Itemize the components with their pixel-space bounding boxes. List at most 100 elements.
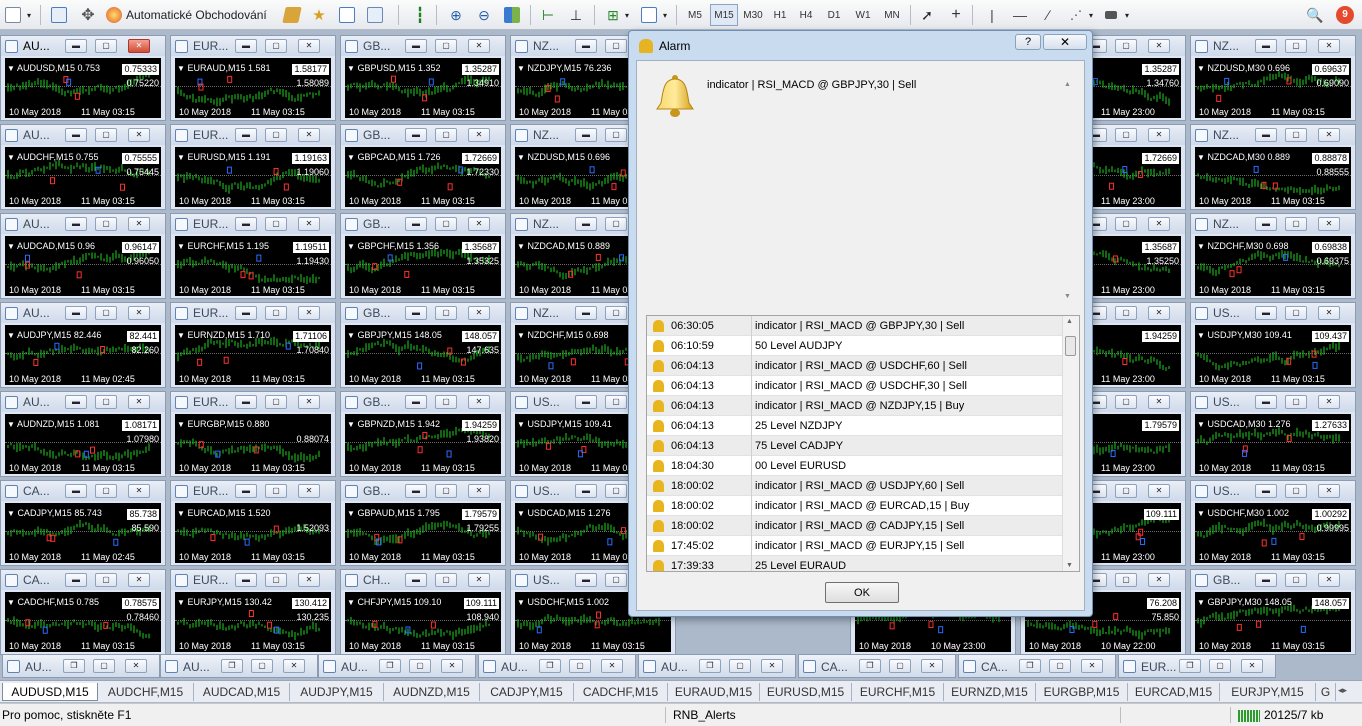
close-button[interactable]: ✕ <box>1318 128 1340 142</box>
minimize-button[interactable]: ▬ <box>575 573 597 587</box>
close-button[interactable]: ✕ <box>1081 659 1103 673</box>
chart-tab[interactable]: AUDJPY,M15 <box>290 683 384 701</box>
close-button[interactable]: ✕ <box>128 573 150 587</box>
alarm-row[interactable]: 18:00:02 indicator | RSI_MACD @ USDJPY,60… <box>647 476 1063 496</box>
scroll-up-arrow-icon[interactable]: ▲ <box>1064 81 1076 88</box>
close-button[interactable]: ✕ <box>128 128 150 142</box>
timeframe-m30[interactable]: M30 <box>740 4 766 26</box>
minimize-button[interactable]: ▬ <box>575 39 597 53</box>
strategy-tester-icon[interactable] <box>365 4 385 26</box>
chart-window[interactable]: GB... ▬ ▢ ✕ ▼ GBPJPY,M30 148.05 148.057 10 May… <box>1190 569 1356 655</box>
maximize-button[interactable]: ▢ <box>1115 306 1137 320</box>
maximize-button[interactable]: ▢ <box>1115 395 1137 409</box>
alarm-row[interactable]: 06:10:59 50 Level AUDJPY <box>647 336 1063 356</box>
close-button[interactable]: ✕ <box>1318 217 1340 231</box>
minimize-button[interactable]: ▬ <box>65 39 87 53</box>
chevron-down-icon[interactable]: ▾ <box>24 4 34 26</box>
minimize-button[interactable]: ▬ <box>575 395 597 409</box>
ok-button[interactable]: OK <box>825 582 899 603</box>
minimize-button[interactable]: ▬ <box>405 39 427 53</box>
chart-canvas[interactable]: ▼ AUDJPY,M15 82.446 82.441 82.260 10 May 20… <box>5 325 161 385</box>
maximize-button[interactable]: ▢ <box>435 217 457 231</box>
restore-button[interactable]: ❐ <box>539 659 561 673</box>
chart-canvas[interactable]: ▼ NZDCHF,M30 0.698 0.69838 0.69375 10 May 2… <box>1195 236 1351 296</box>
close-button[interactable]: ✕ <box>468 39 490 53</box>
chart-canvas[interactable]: ▼ GBPJPY,M30 148.05 148.057 10 May 2018 11 … <box>1195 592 1351 652</box>
chart-canvas[interactable]: ▼ GBPNZD,M15 1.942 1.94259 1.93820 10 May 2… <box>345 414 501 474</box>
minimize-button[interactable]: ▬ <box>405 306 427 320</box>
chart-tab[interactable]: EURCAD,M15 <box>1128 683 1220 701</box>
close-button[interactable]: ✕ <box>1148 217 1170 231</box>
close-button[interactable]: ✕ <box>298 484 320 498</box>
close-button[interactable]: ✕ <box>468 395 490 409</box>
maximize-button[interactable]: ▢ <box>95 39 117 53</box>
tile-windows-icon[interactable] <box>502 4 522 26</box>
chart-tab[interactable]: EURJPY,M15 <box>1220 683 1316 701</box>
chart-canvas[interactable]: ▼ GBPUSD,M15 1.352 1.35287 1.34910 10 May 2… <box>345 58 501 118</box>
minimize-button[interactable]: ▬ <box>1255 39 1277 53</box>
cursor-icon[interactable]: ➚ <box>918 4 936 26</box>
crosshair-icon[interactable]: + <box>946 4 966 26</box>
maximize-button[interactable]: ▢ <box>265 484 287 498</box>
chart-tab[interactable]: CADJPY,M15 <box>480 683 574 701</box>
minimized-chart-window[interactable]: EUR... ❐ ▢ ✕ <box>1118 654 1276 678</box>
chart-window[interactable]: EUR... ▬ ▢ ✕ ▼ EURAUD,M15 1.581 1.58177 1.5808… <box>170 35 336 121</box>
trendline-icon[interactable]: ∕ <box>1038 4 1058 26</box>
chart-tab[interactable]: AUDCHF,M15 <box>98 683 194 701</box>
minimize-button[interactable]: ▬ <box>405 395 427 409</box>
chart-window[interactable]: GB... ▬ ▢ ✕ ▼ GBPNZD,M15 1.942 1.94259 1.93820… <box>340 391 506 477</box>
chart-window[interactable]: AU... ▬ ▢ ✕ ▼ AUDCHF,M15 0.755 0.75555 0.75445… <box>0 124 166 210</box>
chart-window[interactable]: NZ... ▬ ▢ ✕ ▼ NZDCAD,M30 0.889 0.88878 0.88555… <box>1190 124 1356 210</box>
maximize-button[interactable]: ▢ <box>605 306 627 320</box>
maximize-button[interactable]: ▢ <box>435 306 457 320</box>
minimized-chart-window[interactable]: AU... ❐ ▢ ✕ <box>160 654 318 678</box>
chart-window[interactable]: AU... ▬ ▢ ✕ ▼ AUDJPY,M15 82.446 82.441 82.260 1… <box>0 302 166 388</box>
close-button[interactable]: ✕ <box>1148 39 1170 53</box>
chart-canvas[interactable]: ▼ NZDCAD,M30 0.889 0.88878 0.88555 10 May 2… <box>1195 147 1351 207</box>
chart-window[interactable]: GB... ▬ ▢ ✕ ▼ GBPJPY,M15 148.05 148.057 147.63… <box>340 302 506 388</box>
minimize-button[interactable]: ▬ <box>65 484 87 498</box>
close-button[interactable]: ✕ <box>283 659 305 673</box>
search-icon[interactable]: 🔍 <box>1304 4 1326 26</box>
minimize-button[interactable]: ▬ <box>235 39 257 53</box>
chart-window[interactable]: CA... ▬ ▢ ✕ ▼ CADCHF,M15 0.785 0.78575 0.78460… <box>0 569 166 655</box>
alarm-row[interactable]: 06:04:13 75 Level CADJPY <box>647 436 1063 456</box>
new-chart-icon[interactable] <box>4 4 22 26</box>
alarm-row[interactable]: 06:04:13 25 Level NZDJPY <box>647 416 1063 436</box>
chart-tab[interactable]: AUDUSD,M15 <box>2 683 98 701</box>
crosshair-navigator-icon[interactable]: ✥ <box>78 4 98 26</box>
minimize-button[interactable]: ▬ <box>65 395 87 409</box>
close-button[interactable]: ✕ <box>1148 395 1170 409</box>
maximize-button[interactable]: ▢ <box>251 659 273 673</box>
chart-window[interactable]: US... ▬ ▢ ✕ ▼ USDJPY,M30 109.41 109.437 10 May… <box>1190 302 1356 388</box>
maximize-button[interactable]: ▢ <box>1115 573 1137 587</box>
maximize-button[interactable]: ▢ <box>1115 484 1137 498</box>
close-button[interactable]: ✕ <box>128 484 150 498</box>
minimize-button[interactable]: ▬ <box>1255 573 1277 587</box>
maximize-button[interactable]: ▢ <box>95 306 117 320</box>
close-button[interactable]: ✕ <box>468 217 490 231</box>
maximize-button[interactable]: ▢ <box>265 395 287 409</box>
favorites-icon[interactable]: ★ <box>309 4 329 26</box>
chart-canvas[interactable]: ▼ USDJPY,M30 109.41 109.437 10 May 2018 11 … <box>1195 325 1351 385</box>
maximize-button[interactable]: ▢ <box>605 39 627 53</box>
chart-tab[interactable]: EURCHF,M15 <box>852 683 944 701</box>
close-button[interactable]: ✕ <box>468 484 490 498</box>
maximize-button[interactable]: ▢ <box>605 484 627 498</box>
maximize-button[interactable]: ▢ <box>1209 659 1231 673</box>
chart-window[interactable]: CA... ▬ ▢ ✕ ▼ CADJPY,M15 85.743 85.738 85.590 1… <box>0 480 166 566</box>
chart-window[interactable]: EUR... ▬ ▢ ✕ ▼ EURCHF,M15 1.195 1.19511 1.1943… <box>170 213 336 299</box>
maximize-button[interactable]: ▢ <box>265 306 287 320</box>
chart-canvas[interactable]: ▼ CHFJPY,M15 109.10 109.111 108.940 10 May … <box>345 592 501 652</box>
chart-window[interactable]: US... ▬ ▢ ✕ ▼ USDCAD,M30 1.276 1.27633 10 May … <box>1190 391 1356 477</box>
indicators-icon[interactable]: ⊞ <box>602 4 624 26</box>
minimize-button[interactable]: ▬ <box>235 484 257 498</box>
market-watch-icon[interactable] <box>282 4 302 26</box>
maximize-button[interactable]: ▢ <box>1285 217 1307 231</box>
maximize-button[interactable]: ▢ <box>95 484 117 498</box>
chart-window[interactable]: CH... ▬ ▢ ✕ ▼ CHFJPY,M15 109.10 109.111 108.94… <box>340 569 506 655</box>
terminal-icon[interactable] <box>337 4 357 26</box>
close-button[interactable]: ✕ <box>1318 39 1340 53</box>
close-button[interactable]: ✕ <box>1148 484 1170 498</box>
maximize-button[interactable]: ▢ <box>265 573 287 587</box>
